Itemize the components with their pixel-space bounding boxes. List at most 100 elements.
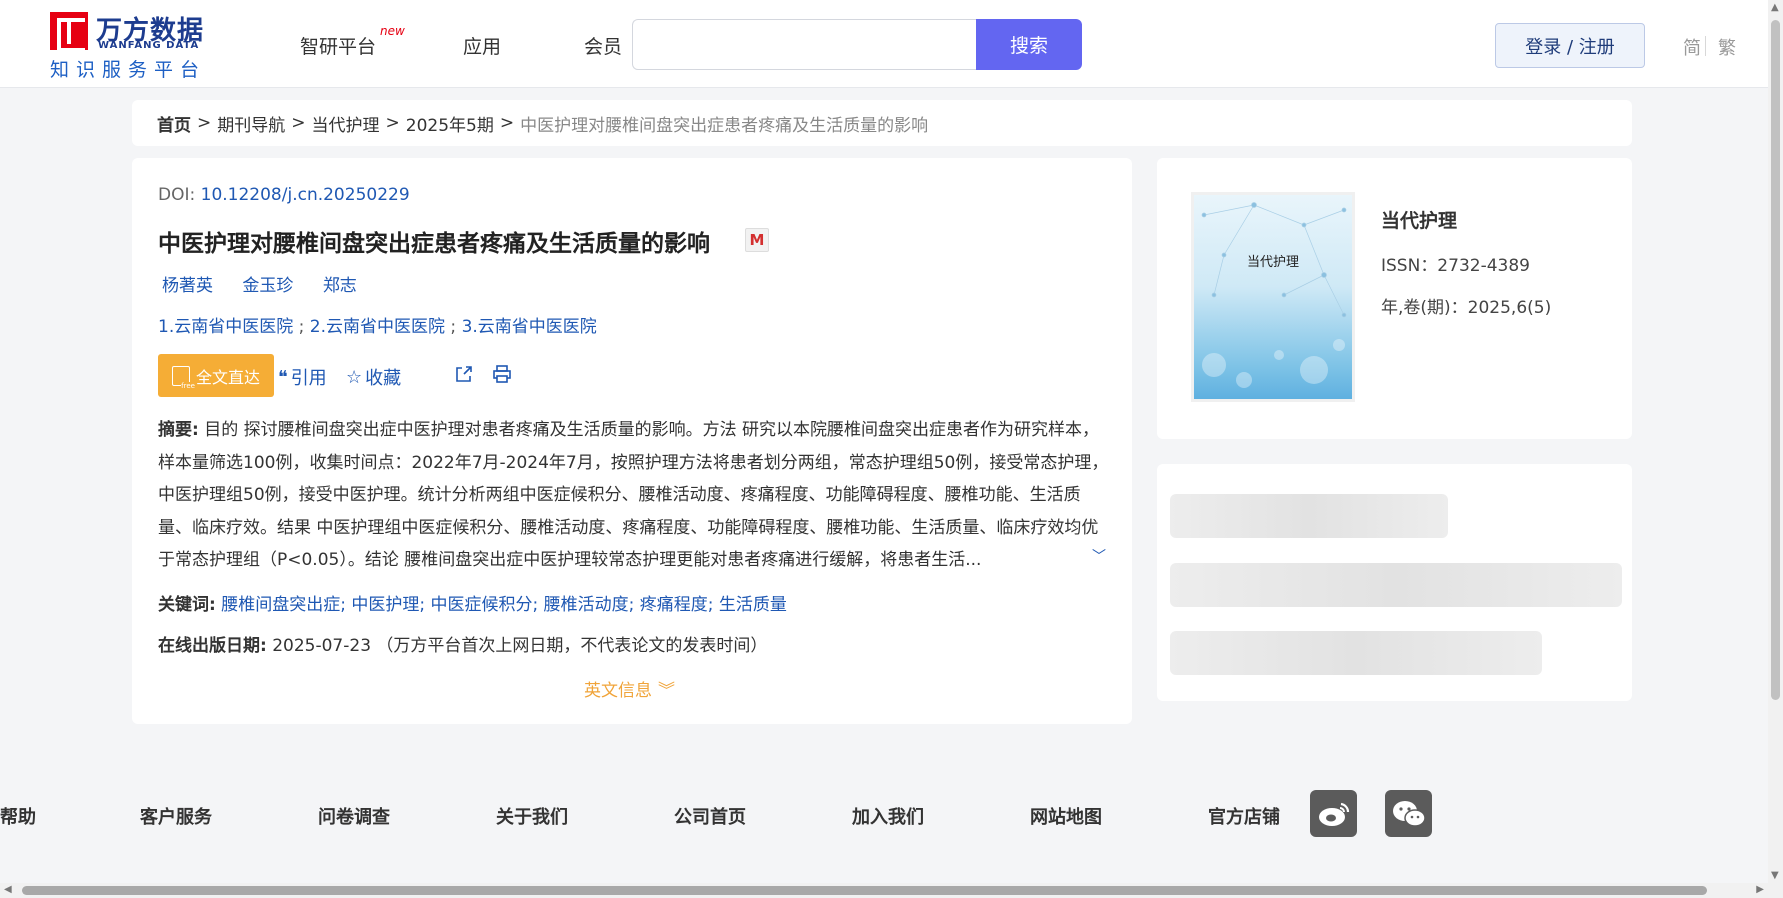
doi-label: DOI:: [158, 185, 201, 205]
new-badge: new: [380, 24, 405, 38]
nav-membership[interactable]: 会员: [584, 32, 622, 59]
author-link[interactable]: 郑志: [323, 276, 357, 296]
skeleton-bar: [1170, 563, 1622, 607]
publish-date-line: 在线出版日期: 2025-07-23 （万方平台首次上网日期，不代表论文的发表时…: [158, 631, 767, 656]
scroll-left-arrow[interactable]: ◀: [4, 884, 12, 895]
organization-link[interactable]: 1.云南省中医医院: [158, 317, 293, 337]
logo-en-text: WANFANG DATA: [98, 40, 200, 51]
breadcrumb-separator: >: [291, 113, 306, 133]
weibo-icon[interactable]: [1310, 790, 1357, 837]
keyword-link[interactable]: 中医护理: [351, 595, 419, 615]
double-chevron-down-icon: ︾: [658, 681, 675, 701]
search-input[interactable]: [633, 20, 976, 69]
logo-subtitle: 知识服务平台: [50, 59, 207, 81]
keyword-link[interactable]: 腰椎活动度: [544, 595, 629, 615]
fulltext-button[interactable]: 全文直达: [158, 354, 274, 397]
cite-button[interactable]: ❝ 引用: [278, 364, 327, 390]
footer-link-join-us[interactable]: 加入我们: [852, 803, 924, 829]
print-button[interactable]: [492, 364, 512, 384]
scroll-up-arrow[interactable]: ▲: [1771, 2, 1779, 13]
keyword-link[interactable]: 生活质量: [719, 595, 787, 615]
scroll-down-arrow[interactable]: ▼: [1771, 870, 1779, 881]
article-title: 中医护理对腰椎间盘突出症患者疼痛及生活质量的影响: [158, 231, 710, 257]
login-register-button[interactable]: 登录 / 注册: [1495, 23, 1645, 68]
author-link[interactable]: 金玉珍: [242, 276, 293, 296]
article-detail-card: DOI: 10.12208/j.cn.20250229 中医护理对腰椎间盘突出症…: [132, 158, 1132, 724]
cover-network-graphic: [1201, 202, 1347, 388]
keyword-link[interactable]: 疼痛程度: [640, 595, 708, 615]
favorite-button[interactable]: ☆ 收藏: [346, 364, 401, 390]
lang-simplified[interactable]: 简: [1683, 34, 1701, 60]
breadcrumb-journal-nav[interactable]: 期刊导航: [217, 111, 285, 136]
star-icon: ☆: [346, 366, 363, 388]
keyword-list: 关键词: 腰椎间盘突出症; 中医护理; 中医症候积分; 腰椎活动度; 疼痛程度;…: [158, 595, 787, 615]
wechat-icon[interactable]: [1385, 790, 1432, 837]
share-icon: [456, 366, 472, 382]
vertical-scrollbar-thumb[interactable]: [1771, 20, 1780, 700]
author-link[interactable]: 杨著英: [162, 276, 213, 296]
journal-cover[interactable]: 当代护理: [1191, 192, 1355, 402]
breadcrumb-journal[interactable]: 当代护理: [312, 111, 380, 136]
search-box: [632, 19, 976, 70]
organization-list: 1.云南省中医医院 ; 2.云南省中医医院 ; 3.云南省中医医院: [158, 312, 597, 337]
nav-zhiyan-platform[interactable]: 智研平台: [300, 32, 376, 59]
abstract-label: 摘要:: [158, 420, 199, 440]
breadcrumb-separator: >: [499, 113, 515, 133]
mendeley-icon[interactable]: M: [745, 228, 769, 252]
footer-link-survey[interactable]: 问卷调查: [318, 803, 390, 829]
organization-link[interactable]: 3.云南省中医医院: [462, 317, 597, 337]
logo-mark-icon: [50, 12, 88, 52]
keyword-link[interactable]: 中医症候积分: [431, 595, 533, 615]
abstract-text: 目的 探讨腰椎间盘突出症中医护理对患者疼痛及生活质量的影响。方法 研究以本院腰椎…: [158, 420, 1109, 570]
lang-traditional[interactable]: 繁: [1718, 34, 1736, 60]
breadcrumb-current: 中医护理对腰椎间盘突出症患者疼痛及生活质量的影响: [520, 115, 929, 136]
breadcrumb-home[interactable]: 首页: [157, 111, 191, 136]
journal-name[interactable]: 当代护理: [1381, 206, 1457, 233]
keyword-link[interactable]: 腰椎间盘突出症: [221, 595, 340, 615]
search-button[interactable]: 搜索: [976, 19, 1082, 70]
pubdate-label: 在线出版日期:: [158, 636, 267, 656]
wanfang-logo[interactable]: 万方数据 WANFANG DATA 知识服务平台: [50, 10, 220, 81]
footer-link-official-store[interactable]: 官方店铺: [1208, 803, 1280, 829]
english-info-toggle[interactable]: 英文信息 ︾: [584, 676, 675, 701]
free-document-icon: [171, 365, 195, 390]
org-separator: ;: [450, 317, 457, 337]
scrollbar-corner: [1768, 883, 1783, 898]
keywords-label: 关键词:: [158, 595, 216, 615]
org-separator: ;: [298, 317, 305, 337]
journal-issn: ISSN：2732-4389: [1381, 256, 1530, 276]
horizontal-scrollbar[interactable]: ◀ ▶: [0, 883, 1768, 898]
cover-title: 当代护理: [1246, 255, 1299, 270]
footer-links: 帮助 客户服务 问卷调查 关于我们 公司首页 加入我们 网站地图 官方店铺: [0, 790, 1768, 838]
pubdate-note: （万方平台首次上网日期，不代表论文的发表时间）: [376, 636, 768, 656]
skeleton-bar: [1170, 494, 1448, 538]
author-list: 杨著英 金玉珍 郑志: [162, 271, 381, 296]
abstract: 摘要: 目的 探讨腰椎间盘突出症中医护理对患者疼痛及生活质量的影响。方法 研究以…: [158, 414, 1114, 577]
pubdate-value: 2025-07-23: [272, 636, 372, 656]
chevron-down-icon[interactable]: ﹀: [1092, 546, 1106, 566]
doi-link[interactable]: 10.12208/j.cn.20250229: [201, 185, 410, 205]
footer-link-about[interactable]: 关于我们: [496, 803, 568, 829]
nav-apps[interactable]: 应用: [463, 32, 501, 59]
breadcrumb-issue[interactable]: 2025年5期: [406, 111, 494, 136]
vertical-scrollbar[interactable]: ▲ ▼: [1768, 0, 1783, 883]
quote-icon: ❝: [278, 366, 288, 388]
journal-info-card: 当代护理 当代护理 ISSN：2732-4389 年,卷(期)：2025,6(5…: [1157, 158, 1632, 439]
scroll-right-arrow[interactable]: ▶: [1756, 884, 1764, 895]
organization-link[interactable]: 2.云南省中医医院: [310, 317, 445, 337]
favorite-label: 收藏: [365, 368, 402, 389]
breadcrumb: 首页 > 期刊导航 > 当代护理 > 2025年5期 > 中医护理对腰椎间盘突出…: [132, 100, 1632, 146]
top-header: 万方数据 WANFANG DATA 知识服务平台 智研平台 new 应用 会员 …: [0, 0, 1768, 88]
lang-divider: [1705, 36, 1706, 56]
breadcrumb-separator: >: [197, 113, 212, 133]
footer-link-help[interactable]: 帮助: [0, 803, 36, 829]
footer-link-sitemap[interactable]: 网站地图: [1030, 803, 1102, 829]
footer-link-customer-service[interactable]: 客户服务: [140, 803, 212, 829]
doi-line: DOI: 10.12208/j.cn.20250229: [158, 185, 410, 205]
horizontal-scrollbar-thumb[interactable]: [22, 886, 1707, 895]
fulltext-button-label: 全文直达: [195, 367, 260, 387]
breadcrumb-separator: >: [385, 113, 400, 133]
share-button[interactable]: [454, 364, 474, 384]
footer-link-company-home[interactable]: 公司首页: [674, 803, 746, 829]
loading-placeholder-card: [1157, 464, 1632, 701]
